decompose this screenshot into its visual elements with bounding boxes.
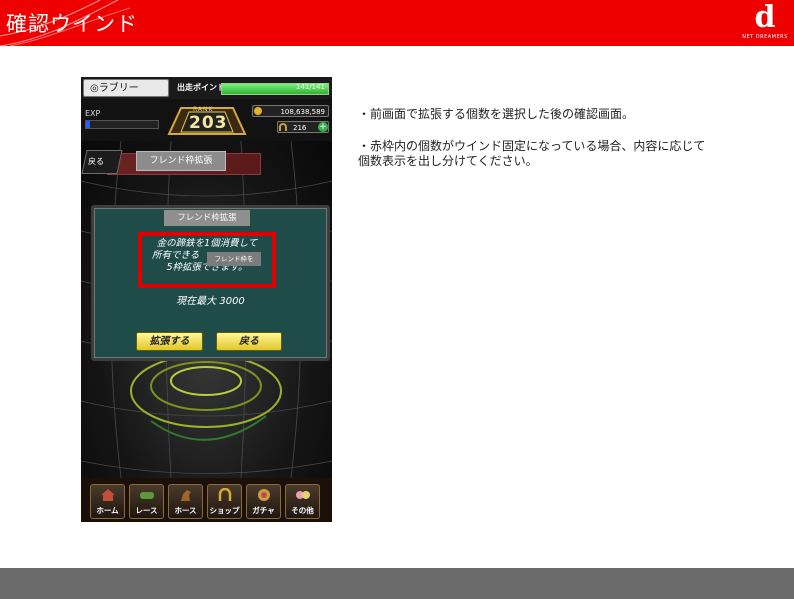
note-1: ・前画面で拡張する個数を選択した後の確認画面。 bbox=[358, 107, 635, 121]
coin-counter: 108,638,589 bbox=[252, 105, 329, 117]
points-bar: 141/141 bbox=[221, 83, 329, 95]
exp-bar bbox=[85, 120, 159, 129]
footer-bar bbox=[0, 568, 794, 599]
rank-emblem: RANK 203 bbox=[167, 104, 247, 138]
message-line-1: 金の蹄鉄を1個消費して bbox=[156, 238, 258, 249]
characters-icon bbox=[296, 491, 310, 499]
dialog-back-button[interactable]: 戻る bbox=[216, 332, 282, 351]
confirm-dialog: フレンド枠拡張 金の蹄鉄を1個消費して 所有できる 5枠拡張できます。 フレンド… bbox=[91, 205, 330, 361]
exp-label: EXP bbox=[85, 109, 101, 118]
back-label: 戻る bbox=[88, 157, 104, 166]
coin-icon bbox=[254, 107, 262, 115]
tab-label: レース bbox=[135, 506, 158, 515]
expand-button[interactable]: 拡張する bbox=[136, 332, 203, 351]
phone-screenshot: ◎ラブリー 出走ポイント 141/141 EXP RANK 203 108,63… bbox=[81, 77, 332, 522]
racetrack-icon bbox=[140, 492, 154, 499]
dialog-title: フレンド枠拡張 bbox=[164, 210, 250, 226]
horseshoe-icon bbox=[218, 488, 232, 501]
note-2: ・赤枠内の個数がウインド固定になっている場合、内容に応じて 個数表示を出し分けて… bbox=[358, 139, 706, 168]
tab-home[interactable]: ホーム bbox=[90, 484, 125, 519]
house-icon bbox=[101, 489, 115, 501]
exp-bar-fill bbox=[86, 121, 90, 128]
tab-label: ホーム bbox=[96, 506, 119, 515]
gacha-icon bbox=[258, 489, 270, 501]
page-title: 確認ウインド bbox=[6, 12, 138, 36]
tab-label: ショップ bbox=[209, 506, 240, 515]
notes-panel: ・前画面で拡張する個数を選択した後の確認画面。 ・赤枠内の個数がウインド固定にな… bbox=[358, 107, 738, 186]
logo-mark: d bbox=[754, 0, 776, 35]
logo-text: NET DREAMERS bbox=[742, 34, 788, 40]
header-bar: 確認ウインド d NET DREAMERS bbox=[0, 0, 794, 46]
tab-race[interactable]: レース bbox=[129, 484, 164, 519]
player-name: ◎ラブリー bbox=[83, 79, 169, 97]
back-button[interactable]: 戻る bbox=[81, 150, 123, 174]
screen-title: フレンド枠拡張 bbox=[136, 151, 226, 171]
points-label: 出走ポイント bbox=[177, 83, 225, 92]
tab-other[interactable]: その他 bbox=[285, 484, 320, 519]
player-hud: EXP RANK 203 108,638,589 216 + bbox=[81, 99, 332, 141]
tab-horse[interactable]: ホース bbox=[168, 484, 203, 519]
tab-label: ガチャ bbox=[252, 506, 275, 515]
status-bar: ◎ラブリー 出走ポイント 141/141 bbox=[81, 77, 332, 99]
rank-label: RANK bbox=[193, 106, 214, 113]
current-max: 現在最大 3000 bbox=[176, 296, 245, 307]
add-horseshoe-button[interactable]: + bbox=[318, 122, 328, 132]
points-value: 141/141 bbox=[295, 83, 325, 91]
company-logo: d NET DREAMERS bbox=[742, 2, 788, 44]
tab-gacha[interactable]: ガチャ bbox=[246, 484, 281, 519]
rank-value: 203 bbox=[189, 113, 228, 133]
bottom-tab-bar: ホーム レース ホース ショップ ガチャ その他 bbox=[81, 478, 332, 522]
tab-label: その他 bbox=[291, 506, 314, 515]
tab-shop[interactable]: ショップ bbox=[207, 484, 242, 519]
horseshoe-icon bbox=[279, 123, 287, 131]
annotation-tag: フレンド枠を bbox=[207, 252, 261, 266]
tab-label: ホース bbox=[174, 506, 197, 515]
horse-icon bbox=[181, 490, 191, 501]
